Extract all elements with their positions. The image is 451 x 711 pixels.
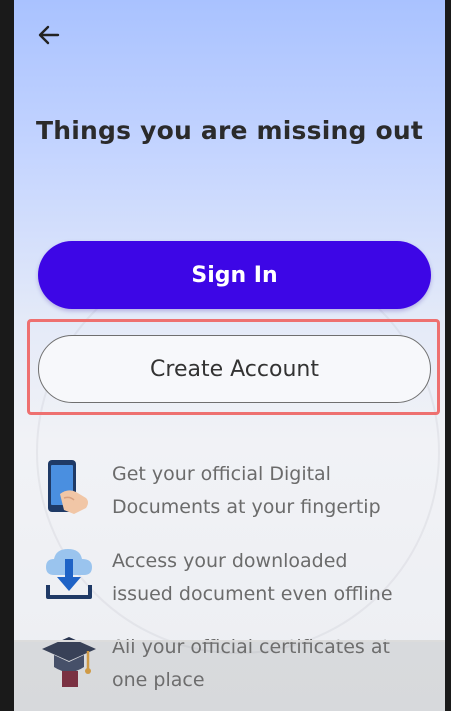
sign-in-button[interactable]: Sign In [38, 241, 431, 309]
create-account-button[interactable]: Create Account [38, 335, 431, 403]
divider-line [14, 640, 445, 642]
feature-2-line-1: Access your downloaded [112, 550, 348, 572]
phone-hand-icon [40, 458, 98, 516]
device-frame-right [445, 0, 451, 711]
arrow-left-icon [38, 25, 60, 45]
cloud-download-icon [40, 545, 98, 603]
back-button[interactable] [36, 22, 62, 48]
feature-item-offline-access: Access your downloaded issued document e… [40, 545, 430, 611]
app-screen: Things you are missing out Sign In Creat… [14, 0, 445, 711]
bottom-overlay [14, 640, 445, 711]
page-title: Things you are missing out [36, 116, 423, 145]
feature-1-line-1: Get your official Digital [112, 463, 331, 485]
device-frame-left [0, 0, 14, 711]
feature-2-line-2: issued document even offline [112, 583, 393, 605]
feature-1-line-2: Documents at your fingertip [112, 496, 381, 518]
feature-item-digital-documents: Get your official Digital Documents at y… [40, 458, 430, 524]
